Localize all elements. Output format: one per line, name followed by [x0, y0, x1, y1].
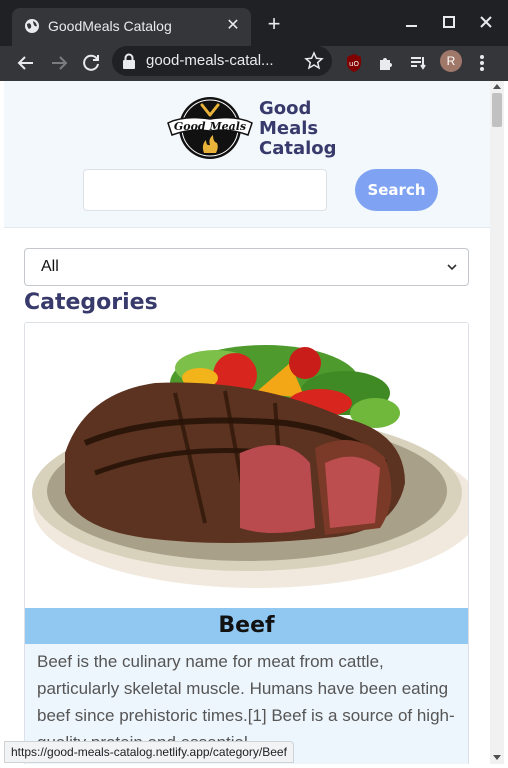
lock-icon[interactable] — [122, 53, 136, 69]
category-filter-select[interactable]: All — [24, 248, 469, 286]
address-bar[interactable]: good-meals-catal... — [112, 46, 332, 76]
page-viewport: Good Meals Good Meals Catalog Search All… — [4, 81, 490, 764]
search-button[interactable]: Search — [355, 169, 438, 211]
scroll-down-arrow-icon[interactable] — [493, 755, 501, 760]
browser-tab-strip: GoodMeals Catalog ✕ + — [0, 0, 508, 46]
reload-icon[interactable] — [79, 51, 103, 75]
browser-toolbar: good-meals-catal... uO R — [0, 46, 508, 81]
filter-selected-value: All — [41, 258, 59, 275]
category-card-beef[interactable]: Beef Beef is the culinary name for meat … — [24, 322, 469, 764]
minimize-icon[interactable] — [400, 10, 424, 34]
link-status-bar: https://good-meals-catalog.netlify.app/c… — [4, 741, 294, 763]
new-tab-button[interactable]: + — [262, 12, 286, 36]
search-input[interactable] — [83, 169, 327, 211]
brand-line-1: Good — [259, 98, 312, 119]
card-name-bar: Beef — [25, 608, 468, 644]
beef-steak-image[interactable] — [25, 323, 468, 608]
logo-text: Good Meals — [174, 120, 246, 133]
categories-heading: Categories — [24, 290, 158, 315]
card-title[interactable]: Beef — [218, 613, 274, 638]
browser-tab-active[interactable]: GoodMeals Catalog ✕ — [12, 8, 251, 46]
profile-avatar[interactable]: R — [440, 50, 462, 72]
bookmark-star-icon[interactable] — [304, 51, 324, 71]
url-text[interactable]: good-meals-catal... — [146, 52, 274, 69]
tab-title: GoodMeals Catalog — [48, 18, 172, 34]
forward-arrow-icon[interactable] — [47, 51, 71, 75]
maximize-icon[interactable] — [437, 10, 461, 34]
scroll-thumb[interactable] — [492, 93, 502, 127]
extensions-puzzle-icon[interactable] — [374, 51, 398, 75]
page-scrollbar[interactable] — [490, 81, 504, 764]
close-window-icon[interactable] — [474, 10, 498, 34]
reading-list-icon[interactable] — [406, 51, 430, 75]
chevron-down-icon — [447, 264, 457, 271]
close-tab-icon[interactable]: ✕ — [223, 16, 243, 36]
back-arrow-icon[interactable] — [14, 51, 38, 75]
menu-kebab-icon[interactable] — [470, 51, 494, 75]
svg-text:uO: uO — [349, 60, 359, 68]
brand-line-3: Catalog — [259, 138, 337, 159]
brand-line-2: Meals — [259, 118, 319, 139]
good-meals-logo[interactable]: Good Meals — [164, 95, 256, 161]
brand-title[interactable]: Good Meals Catalog — [259, 99, 337, 159]
site-header: Good Meals Good Meals Catalog Search — [4, 81, 490, 228]
scroll-up-arrow-icon[interactable] — [493, 84, 501, 89]
globe-icon — [25, 19, 39, 33]
ublock-extension-icon[interactable]: uO — [342, 51, 366, 75]
